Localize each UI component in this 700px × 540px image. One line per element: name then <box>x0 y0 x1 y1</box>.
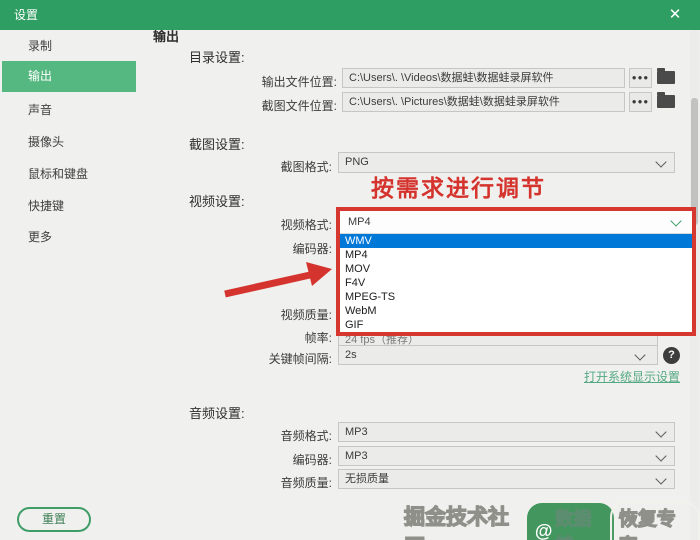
sidebar-item-output[interactable]: 输出 <box>2 61 136 92</box>
close-icon[interactable]: ✕ <box>662 3 688 27</box>
sidebar-item-more[interactable]: 更多 <box>28 228 52 245</box>
help-icon[interactable]: ? <box>663 347 680 364</box>
annotation-arrow-icon <box>224 262 332 298</box>
annotation-text: 按需求进行调节 <box>371 175 546 201</box>
sidebar-item-output-label: 输出 <box>28 69 53 83</box>
dropdown-option-webm[interactable]: WebM <box>340 304 692 318</box>
dropdown-option-mp4[interactable]: MP4 <box>340 248 692 262</box>
reset-button[interactable]: 重置 <box>17 507 91 532</box>
watermark: 掘金技术社区 @ 数据蛙 恢复专家 <box>403 501 700 540</box>
dropdown-option-mpeg-ts[interactable]: MPEG-TS <box>340 290 692 304</box>
dropdown-option-gif[interactable]: GIF <box>340 318 692 332</box>
section-video-settings: 视频设置: <box>189 194 245 209</box>
chevron-down-icon <box>670 215 682 227</box>
sidebar-item-sound[interactable]: 声音 <box>28 101 52 118</box>
sidebar-item-mouse-keyboard[interactable]: 鼠标和键盘 <box>28 165 88 182</box>
sidebar-item-hotkeys[interactable]: 快捷键 <box>28 197 64 214</box>
sidebar-item-camera[interactable]: 摄像头 <box>28 133 64 150</box>
open-output-folder-icon[interactable] <box>657 68 675 84</box>
window-title: 设置 <box>14 8 39 22</box>
dropdown-option-wmv[interactable]: WMV <box>340 234 692 248</box>
watermark-community-text: 掘金技术社区 <box>403 505 509 540</box>
keyframe-interval-label: 关键帧间隔: <box>268 352 332 366</box>
screenshot-format-label: 截图格式: <box>280 160 332 174</box>
video-format-label: 视频格式: <box>280 218 332 232</box>
audio-encoder-select[interactable]: MP3 <box>338 446 675 466</box>
frame-rate-label: 帧率: <box>304 331 332 345</box>
section-screenshot-settings: 截图设置: <box>189 137 245 152</box>
settings-window: 设置 ✕ 录制 输出 声音 摄像头 鼠标和键盘 快捷键 更多 输出 目录设置: … <box>0 0 700 540</box>
at-icon: @ <box>534 520 553 540</box>
keyframe-interval-select[interactable]: 2s <box>338 345 658 365</box>
audio-quality-select[interactable]: 无损质量 <box>338 469 675 489</box>
sidebar-item-record[interactable]: 录制 <box>28 37 52 54</box>
scrollbar-thumb[interactable] <box>691 98 698 225</box>
audio-format-label: 音频格式: <box>280 429 332 443</box>
watermark-brand-text: 数据蛙 <box>555 509 592 540</box>
screenshot-location-input[interactable]: C:\Users\. \Pictures\数据蛙\数据蛙录屏软件 <box>342 92 625 112</box>
open-screenshot-folder-icon[interactable] <box>657 92 675 108</box>
browse-screenshot-button[interactable]: ●●● <box>629 92 652 112</box>
dropdown-option-f4v[interactable]: F4V <box>340 276 692 290</box>
title-bar: 设置 ✕ <box>0 0 700 30</box>
audio-format-select[interactable]: MP3 <box>338 422 675 442</box>
dropdown-option-mov[interactable]: MOV <box>340 262 692 276</box>
video-format-select[interactable]: MP4 <box>340 211 692 234</box>
browse-output-button[interactable]: ●●● <box>629 68 652 88</box>
screenshot-location-label: 截图文件位置: <box>261 99 337 113</box>
output-location-input[interactable]: C:\Users\. \Videos\数据蛙\数据蛙录屏软件 <box>342 68 625 88</box>
section-directory-settings: 目录设置: <box>189 50 245 65</box>
video-quality-label: 视频质量: <box>280 308 332 322</box>
video-format-dropdown: MP4 WMV MP4 MOV F4V MPEG-TS WebM GIF <box>336 207 696 336</box>
watermark-suffix-text: 恢复专家 <box>609 501 700 540</box>
audio-quality-label: 音频质量: <box>280 476 332 490</box>
output-location-label: 输出文件位置: <box>261 75 337 89</box>
watermark-brand-pill: @ 数据蛙 <box>526 503 614 540</box>
video-encoder-label: 编码器: <box>292 242 332 256</box>
open-system-display-settings-link[interactable]: 打开系统显示设置 <box>480 368 680 385</box>
audio-encoder-label: 编码器: <box>292 453 332 467</box>
section-audio-settings: 音频设置: <box>189 406 245 421</box>
